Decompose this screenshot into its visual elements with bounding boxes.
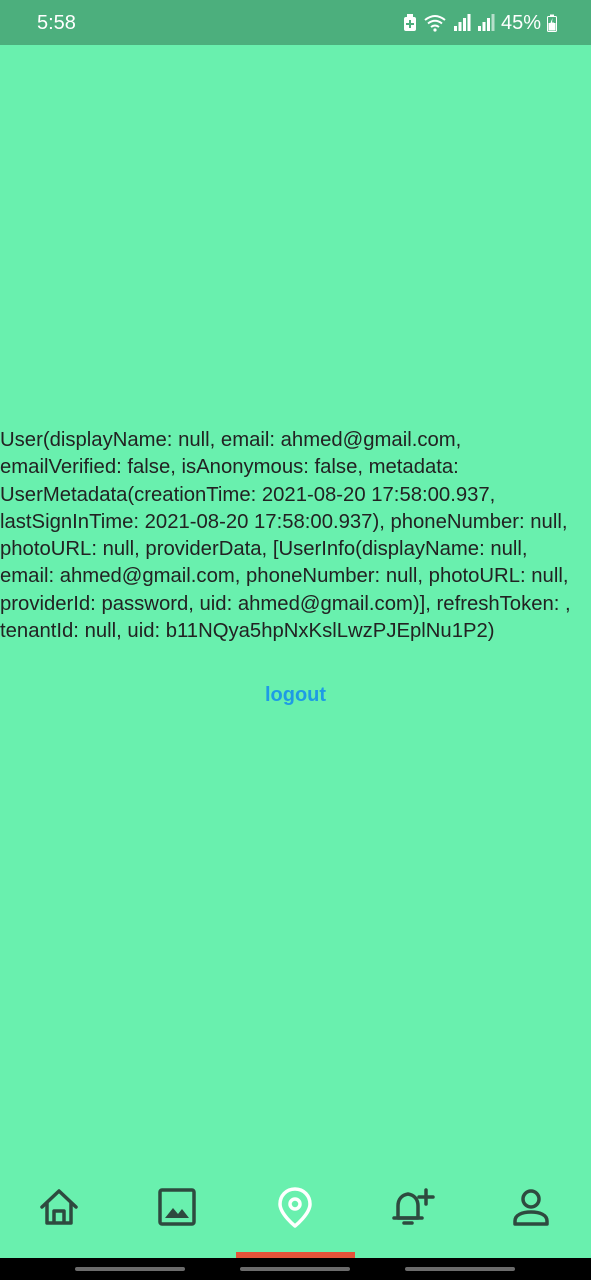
system-nav-handle[interactable]: [75, 1267, 185, 1271]
nav-gallery[interactable]: [118, 1170, 236, 1260]
nav-notifications[interactable]: [354, 1170, 472, 1260]
person-icon: [510, 1186, 552, 1228]
system-nav-handle[interactable]: [405, 1267, 515, 1271]
signal-icon: [453, 14, 471, 32]
user-info-text: User(displayName: null, email: ahmed@gma…: [0, 429, 571, 643]
status-icons: 45%: [403, 11, 557, 35]
home-icon: [38, 1186, 80, 1228]
system-navigation-bar: [0, 1258, 591, 1280]
battery-saver-icon: [403, 14, 417, 32]
bell-add-icon: [390, 1186, 436, 1228]
battery-percent: 45%: [500, 12, 541, 34]
status-time: 5:58: [37, 12, 76, 34]
wifi-icon: [423, 14, 447, 32]
battery-charging-icon: [547, 14, 557, 32]
image-icon: [156, 1186, 198, 1228]
nav-home[interactable]: [0, 1170, 118, 1260]
logout-button[interactable]: logout: [0, 682, 591, 708]
status-bar: 5:58 45%: [0, 0, 591, 45]
signal-icon: [477, 14, 495, 32]
nav-profile[interactable]: [472, 1170, 590, 1260]
bottom-navigation: [0, 1170, 591, 1260]
nav-location[interactable]: [236, 1170, 354, 1260]
system-nav-handle[interactable]: [240, 1267, 350, 1271]
location-pin-icon: [274, 1186, 316, 1228]
